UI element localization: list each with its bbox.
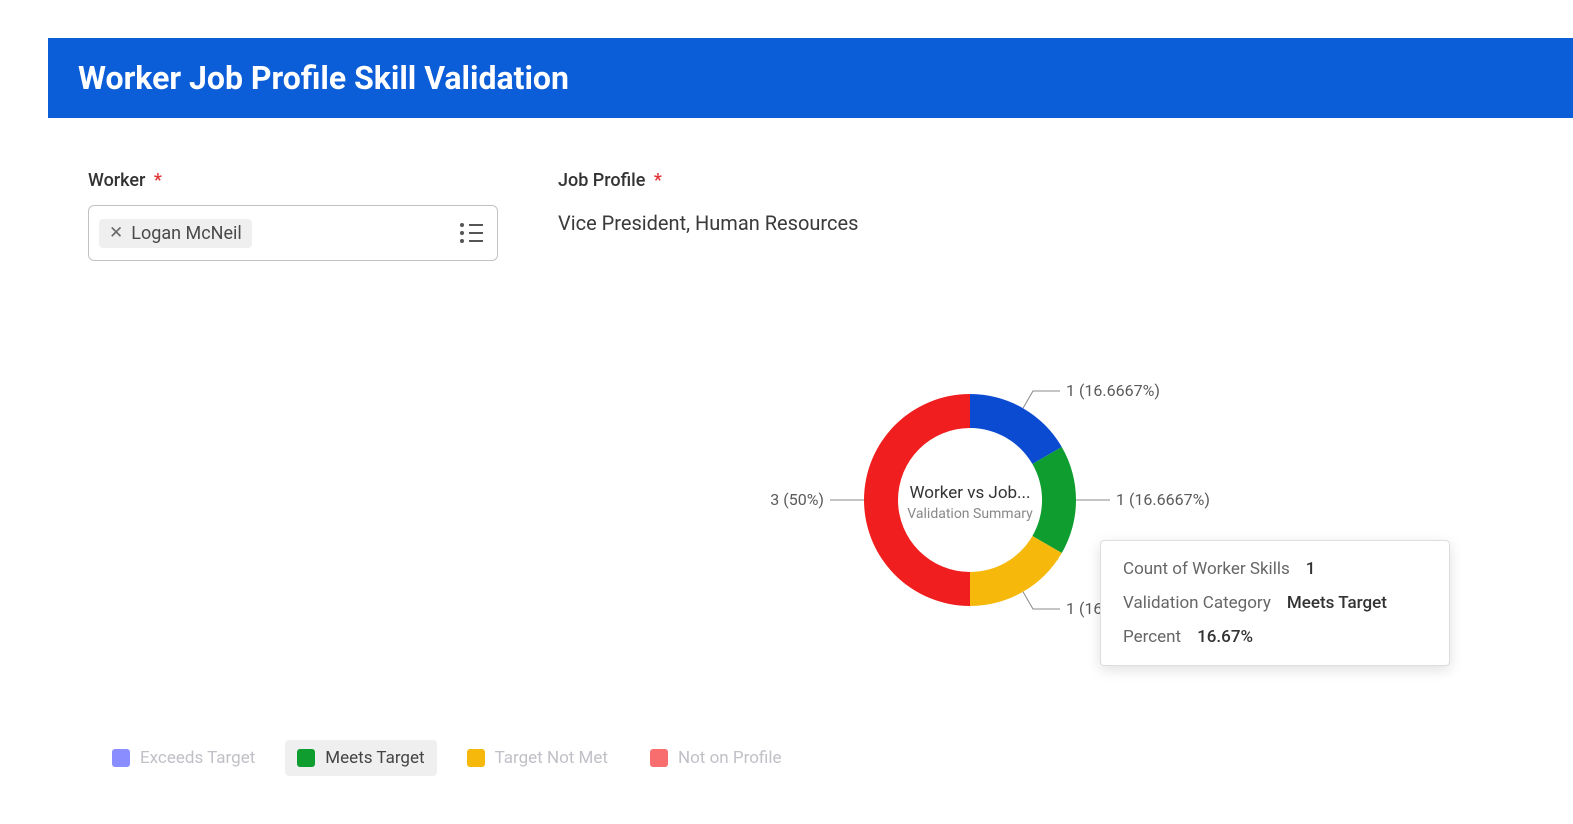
tooltip-label: Percent: [1123, 627, 1181, 647]
job-profile-field-group: Job Profile * Vice President, Human Reso…: [558, 170, 858, 261]
legend-label: Exceeds Target: [140, 748, 255, 768]
tooltip-label: Count of Worker Skills: [1123, 559, 1290, 579]
remove-chip-icon[interactable]: ✕: [109, 223, 123, 243]
page-title: Worker Job Profile Skill Validation: [78, 59, 569, 97]
legend-item-meets-target[interactable]: Meets Target: [285, 740, 436, 776]
legend-swatch-icon: [297, 749, 315, 767]
worker-field-group: Worker * ✕ Logan McNeil: [88, 170, 498, 261]
slice-label-exceeds: 1 (16.6667%): [1066, 381, 1160, 400]
required-asterisk-icon: *: [654, 170, 662, 191]
job-profile-value: Vice President, Human Resources: [558, 205, 858, 235]
legend-item-exceeds-target[interactable]: Exceeds Target: [100, 740, 267, 776]
worker-chip-label: Logan McNeil: [131, 223, 242, 244]
slice-target-not-met[interactable]: [970, 536, 1062, 606]
tooltip-label: Validation Category: [1123, 593, 1271, 613]
job-profile-label: Job Profile *: [558, 170, 858, 191]
tooltip-value: Meets Target: [1287, 593, 1387, 613]
legend-label: Target Not Met: [495, 748, 608, 768]
legend-swatch-icon: [112, 749, 130, 767]
chart-center-subtitle: Validation Summary: [907, 506, 1033, 522]
legend-label: Not on Profile: [678, 748, 782, 768]
slice-exceeds-target[interactable]: [970, 394, 1062, 464]
slice-label-meets: 1 (16.6667%): [1116, 490, 1210, 509]
legend-item-target-not-met[interactable]: Target Not Met: [455, 740, 620, 776]
legend-swatch-icon: [467, 749, 485, 767]
list-picker-icon[interactable]: [456, 219, 487, 247]
chart-legend: Exceeds Target Meets Target Target Not M…: [100, 740, 793, 776]
page-header: Worker Job Profile Skill Validation: [48, 38, 1573, 118]
job-profile-label-text: Job Profile: [558, 170, 645, 191]
legend-swatch-icon: [650, 749, 668, 767]
tooltip-value: 1: [1306, 559, 1316, 579]
worker-chip[interactable]: ✕ Logan McNeil: [99, 219, 252, 248]
slice-label-notonprofile: 3 (50%): [770, 490, 824, 509]
donut-chart[interactable]: Worker vs Job... Validation Summary 1 (1…: [770, 360, 1470, 680]
worker-label: Worker *: [88, 170, 498, 191]
filter-row: Worker * ✕ Logan McNeil Job Profile * Vi…: [88, 170, 858, 261]
chart-center-title: Worker vs Job...: [909, 483, 1030, 503]
worker-input[interactable]: ✕ Logan McNeil: [88, 205, 498, 261]
required-asterisk-icon: *: [154, 170, 162, 191]
legend-item-not-on-profile[interactable]: Not on Profile: [638, 740, 794, 776]
slice-meets-target[interactable]: [1032, 447, 1076, 553]
tooltip-row: Count of Worker Skills 1: [1123, 559, 1427, 579]
chart-tooltip: Count of Worker Skills 1 Validation Cate…: [1100, 540, 1450, 666]
worker-label-text: Worker: [88, 170, 145, 191]
tooltip-row: Validation Category Meets Target: [1123, 593, 1427, 613]
legend-label: Meets Target: [325, 748, 424, 768]
tooltip-value: 16.67%: [1197, 627, 1253, 647]
tooltip-row: Percent 16.67%: [1123, 627, 1427, 647]
